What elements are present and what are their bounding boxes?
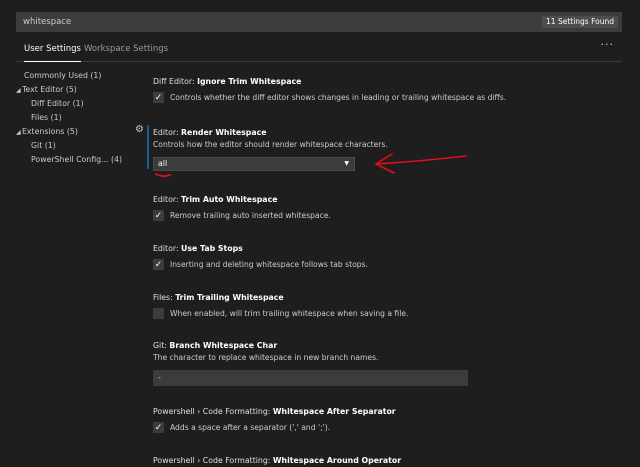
toc-item-label: Git (1) xyxy=(31,141,56,150)
setting-description: When enabled, will trim trailing whitesp… xyxy=(170,309,409,318)
modified-indicator xyxy=(147,125,149,169)
setting-description: Remove trailing auto inserted whitespace… xyxy=(170,211,331,220)
toc-item-powershell-config[interactable]: PowerShell Config... (4) xyxy=(31,154,122,166)
setting-description: Inserting and deleting whitespace follow… xyxy=(170,260,368,269)
toc-item-text-editor[interactable]: ◢Text Editor (5) xyxy=(16,84,77,96)
toc-item-label: Extensions (5) xyxy=(22,127,78,136)
toc-item-label: Commonly Used (1) xyxy=(24,71,102,80)
setting-description: Adds a space after a separator (',' and … xyxy=(170,423,331,432)
toc-item-git[interactable]: Git (1) xyxy=(31,140,56,152)
checkbox[interactable]: ✓ xyxy=(153,92,164,103)
setting-git-branch-whitespace-char: Git: Branch Whitespace Char The characte… xyxy=(153,340,623,386)
setting-description: The character to replace whitespace in n… xyxy=(153,353,379,362)
setting-files-trim-trailing-whitespace: Files: Trim Trailing Whitespace When ena… xyxy=(153,292,623,320)
gear-icon[interactable]: ⚙ xyxy=(135,124,144,135)
setting-powershell-whitespace-around-operator: Powershell › Code Formatting: Whitespace… xyxy=(153,455,623,467)
search-input[interactable] xyxy=(17,13,621,31)
setting-editor-render-whitespace: ⚙ Editor: Render Whitespace Controls how… xyxy=(135,124,623,171)
setting-title: Files: Trim Trailing Whitespace xyxy=(153,293,284,302)
toc-item-files[interactable]: Files (1) xyxy=(31,112,62,124)
annotation-underline xyxy=(155,173,171,177)
setting-title: Editor: Use Tab Stops xyxy=(153,244,243,253)
search-box[interactable]: 11 Settings Found xyxy=(16,12,622,32)
toc-item-extensions[interactable]: ◢Extensions (5) xyxy=(16,126,78,138)
checkbox[interactable]: ✓ xyxy=(153,422,164,433)
setting-title: Git: Branch Whitespace Char xyxy=(153,341,278,350)
tab-workspace-settings[interactable]: Workspace Settings xyxy=(84,42,168,62)
setting-description: Controls whether the diff editor shows c… xyxy=(170,93,507,102)
setting-description: Controls how the editor should render wh… xyxy=(153,140,388,149)
setting-diff-ignore-trim-whitespace: Diff Editor: Ignore Trim Whitespace ✓ Co… xyxy=(153,76,623,104)
tab-user-settings[interactable]: User Settings xyxy=(24,42,81,62)
setting-editor-use-tab-stops: Editor: Use Tab Stops ✓ Inserting and de… xyxy=(153,243,623,271)
setting-title: Editor: Render Whitespace xyxy=(153,128,267,137)
checkbox[interactable]: ✓ xyxy=(153,259,164,270)
checkbox[interactable]: ✓ xyxy=(153,210,164,221)
toc-item-label: Files (1) xyxy=(31,113,62,122)
branch-whitespace-char-input[interactable]: - xyxy=(153,370,468,386)
more-actions-icon[interactable]: ··· xyxy=(601,38,615,51)
toc-item-label: PowerShell Config... (4) xyxy=(31,155,123,164)
annotation-arrow-icon xyxy=(375,153,467,174)
search-count-badge: 11 Settings Found xyxy=(542,16,618,28)
render-whitespace-select[interactable]: all ▼ xyxy=(153,157,355,171)
toc-item-diff-editor[interactable]: Diff Editor (1) xyxy=(31,98,84,110)
toc-item-label: Text Editor (5) xyxy=(22,85,77,94)
setting-title: Powershell › Code Formatting: Whitespace… xyxy=(153,456,402,465)
checkbox[interactable] xyxy=(153,308,164,319)
setting-title: Powershell › Code Formatting: Whitespace… xyxy=(153,407,396,416)
setting-powershell-whitespace-after-separator: Powershell › Code Formatting: Whitespace… xyxy=(153,406,623,434)
select-value: all xyxy=(158,159,168,168)
setting-editor-trim-auto-whitespace: Editor: Trim Auto Whitespace ✓ Remove tr… xyxy=(153,194,623,222)
toc-item-commonly-used[interactable]: Commonly Used (1) xyxy=(24,70,101,82)
setting-title: Diff Editor: Ignore Trim Whitespace xyxy=(153,77,302,86)
chevron-down-icon: ▼ xyxy=(344,160,349,167)
settings-tabs: User Settings Workspace Settings ··· xyxy=(16,36,622,62)
toc-item-label: Diff Editor (1) xyxy=(31,99,84,108)
setting-title: Editor: Trim Auto Whitespace xyxy=(153,195,278,204)
